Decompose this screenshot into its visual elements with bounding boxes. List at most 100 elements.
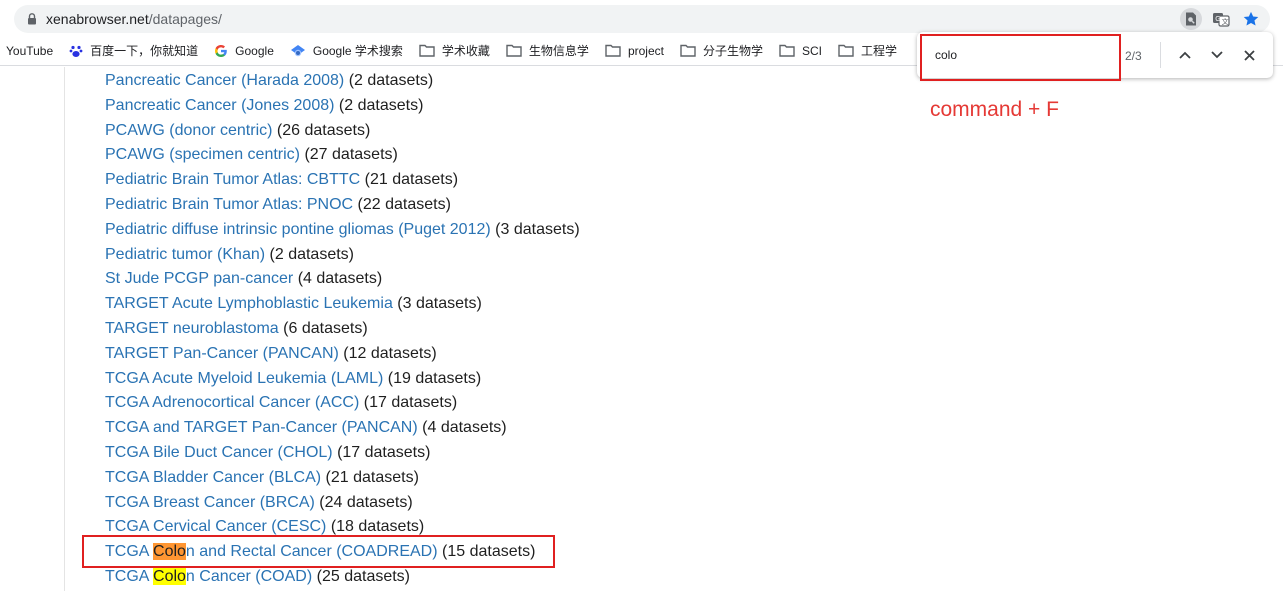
cohort-link[interactable]: TCGA Colon Cancer (COAD) bbox=[105, 567, 312, 585]
cohort-link[interactable]: Pediatric Brain Tumor Atlas: CBTTC bbox=[105, 171, 360, 188]
bookmark-baidu[interactable]: 百度一下，你就知道 bbox=[69, 42, 198, 59]
bookmark-google-scholar[interactable]: Google 学术搜索 bbox=[290, 42, 403, 59]
bookmark-folder-molecular-biology[interactable]: 分子生物学 bbox=[680, 42, 763, 59]
annotation-box-find-input bbox=[920, 34, 1121, 81]
list-item: TCGA Breast Cancer (BRCA) (24 datasets) bbox=[105, 491, 580, 516]
annotation-text: command + F bbox=[930, 98, 1059, 121]
cohort-link[interactable]: TARGET neuroblastoma bbox=[105, 320, 279, 337]
list-item: Pancreatic Cancer (Harada 2008) (2 datas… bbox=[105, 69, 580, 94]
bookmark-youtube[interactable]: YouTube bbox=[6, 44, 53, 58]
find-previous-button[interactable] bbox=[1175, 45, 1195, 65]
dataset-count: (2 datasets) bbox=[269, 245, 354, 263]
lock-icon[interactable] bbox=[25, 12, 39, 26]
bookmark-folder-sci[interactable]: SCI bbox=[779, 44, 822, 58]
content-left-border bbox=[64, 67, 65, 591]
list-item: Pancreatic Cancer (Jones 2008) (2 datase… bbox=[105, 94, 580, 119]
dataset-count: (17 datasets) bbox=[363, 394, 458, 412]
cohort-link[interactable]: TCGA Bile Duct Cancer (CHOL) bbox=[105, 444, 333, 461]
cohort-link[interactable]: Pediatric Brain Tumor Atlas: PNOC bbox=[105, 196, 353, 213]
chevron-down-icon bbox=[1211, 51, 1223, 59]
cohort-link[interactable]: PCAWG (specimen centric) bbox=[105, 146, 300, 163]
list-item: PCAWG (specimen centric) (27 datasets) bbox=[105, 143, 580, 168]
close-icon bbox=[1243, 49, 1255, 61]
cohort-link[interactable]: St Jude PCGP pan-cancer bbox=[105, 270, 293, 287]
bookmark-google[interactable]: Google bbox=[214, 44, 274, 58]
folder-icon bbox=[506, 44, 522, 57]
bookmark-star-icon[interactable] bbox=[1240, 8, 1262, 30]
cohort-link[interactable]: TCGA Breast Cancer (BRCA) bbox=[105, 494, 315, 511]
list-item: TCGA Acute Myeloid Leukemia (LAML) (19 d… bbox=[105, 367, 580, 392]
dataset-count: (21 datasets) bbox=[364, 171, 459, 189]
dataset-count: (4 datasets) bbox=[422, 419, 507, 437]
folder-icon bbox=[779, 44, 795, 57]
find-match-count: 2/3 bbox=[1125, 49, 1142, 63]
folder-icon bbox=[419, 44, 435, 57]
folder-icon bbox=[680, 44, 696, 57]
chevron-up-icon bbox=[1179, 51, 1191, 59]
dataset-count: (22 datasets) bbox=[357, 195, 451, 213]
dataset-count: (21 datasets) bbox=[325, 468, 419, 486]
list-item-match: TCGA Colon Cancer (COAD) (25 datasets) bbox=[105, 565, 580, 590]
cohort-link[interactable]: Pancreatic Cancer (Harada 2008) bbox=[105, 72, 344, 89]
dataset-count: (12 datasets) bbox=[343, 344, 437, 362]
cohort-link[interactable]: Pancreatic Cancer (Jones 2008) bbox=[105, 97, 334, 114]
dataset-count: (26 datasets) bbox=[276, 121, 371, 139]
bookmark-folder-bioinformatics[interactable]: 生物信息学 bbox=[506, 42, 589, 59]
find-match: Colo bbox=[153, 567, 186, 585]
list-item: St Jude PCGP pan-cancer (4 datasets) bbox=[105, 267, 580, 292]
page-content: Pancreatic Cancer (Harada 2008) (2 datas… bbox=[0, 67, 1283, 591]
list-item: TARGET neuroblastoma (6 datasets) bbox=[105, 317, 580, 342]
translate-icon[interactable]: G文 bbox=[1210, 8, 1232, 30]
baidu-icon bbox=[69, 45, 83, 57]
cohort-link[interactable]: TARGET Pan-Cancer (PANCAN) bbox=[105, 345, 339, 362]
dataset-count: (25 datasets) bbox=[316, 567, 411, 585]
cohort-link[interactable]: Pediatric tumor (Khan) bbox=[105, 246, 265, 263]
list-item: PCAWG (donor centric) (26 datasets) bbox=[105, 119, 580, 144]
dataset-count: (24 datasets) bbox=[319, 493, 413, 511]
cohort-link[interactable]: TCGA Cervical Cancer (CESC) bbox=[105, 518, 326, 535]
bookmark-folder-academic[interactable]: 学术收藏 bbox=[419, 42, 490, 59]
dataset-count: (2 datasets) bbox=[338, 96, 424, 114]
scholar-icon bbox=[290, 44, 305, 56]
dataset-count: (2 datasets) bbox=[348, 72, 434, 89]
dataset-count: (17 datasets) bbox=[337, 443, 431, 461]
dataset-count: (19 datasets) bbox=[387, 369, 482, 387]
dataset-count: (18 datasets) bbox=[330, 518, 425, 536]
dataset-count: (6 datasets) bbox=[283, 319, 368, 337]
cohort-link[interactable]: TCGA Acute Myeloid Leukemia (LAML) bbox=[105, 370, 383, 387]
list-item: Pediatric diffuse intrinsic pontine glio… bbox=[105, 218, 580, 243]
folder-icon bbox=[838, 44, 854, 57]
find-in-page-icon[interactable] bbox=[1180, 8, 1202, 30]
dataset-count: (4 datasets) bbox=[297, 270, 383, 288]
list-item: Pediatric Brain Tumor Atlas: PNOC (22 da… bbox=[105, 193, 580, 218]
list-item: Pediatric Brain Tumor Atlas: CBTTC (21 d… bbox=[105, 168, 580, 193]
folder-icon bbox=[605, 44, 621, 57]
svg-text:G: G bbox=[1215, 16, 1220, 23]
list-item: TARGET Pan-Cancer (PANCAN) (12 datasets) bbox=[105, 342, 580, 367]
address-bar-row: xenabrowser.net/datapages/ G文 bbox=[0, 0, 1283, 36]
cohort-link[interactable]: TCGA Adrenocortical Cancer (ACC) bbox=[105, 394, 359, 411]
list-item: TARGET Acute Lymphoblastic Leukemia (3 d… bbox=[105, 292, 580, 317]
omnibox[interactable]: xenabrowser.net/datapages/ G文 bbox=[14, 5, 1270, 33]
list-item: TCGA Bile Duct Cancer (CHOL) (17 dataset… bbox=[105, 441, 580, 466]
cohort-link[interactable]: TCGA Bladder Cancer (BLCA) bbox=[105, 469, 321, 486]
list-item: TCGA and TARGET Pan-Cancer (PANCAN) (4 d… bbox=[105, 416, 580, 441]
cohort-link[interactable]: TCGA and TARGET Pan-Cancer (PANCAN) bbox=[105, 419, 418, 436]
find-next-button[interactable] bbox=[1207, 45, 1227, 65]
cohort-link[interactable]: Pediatric diffuse intrinsic pontine glio… bbox=[105, 221, 491, 238]
annotation-box-match bbox=[82, 535, 555, 568]
list-item: TCGA Adrenocortical Cancer (ACC) (17 dat… bbox=[105, 391, 580, 416]
cohort-link[interactable]: PCAWG (donor centric) bbox=[105, 122, 272, 139]
url-text[interactable]: xenabrowser.net/datapages/ bbox=[46, 11, 222, 27]
dataset-count: (3 datasets) bbox=[495, 220, 580, 238]
dataset-count: (3 datasets) bbox=[397, 295, 482, 313]
cohort-list: Pancreatic Cancer (Harada 2008) (2 datas… bbox=[105, 69, 580, 590]
bookmark-folder-engineering[interactable]: 工程学 bbox=[838, 42, 897, 59]
list-item: Pediatric tumor (Khan) (2 datasets) bbox=[105, 243, 580, 268]
find-close-button[interactable] bbox=[1239, 45, 1259, 65]
svg-text:文: 文 bbox=[1222, 17, 1229, 26]
google-icon bbox=[215, 44, 227, 57]
cohort-link[interactable]: TARGET Acute Lymphoblastic Leukemia bbox=[105, 295, 393, 312]
find-separator bbox=[1160, 42, 1161, 68]
bookmark-folder-project[interactable]: project bbox=[605, 44, 664, 58]
